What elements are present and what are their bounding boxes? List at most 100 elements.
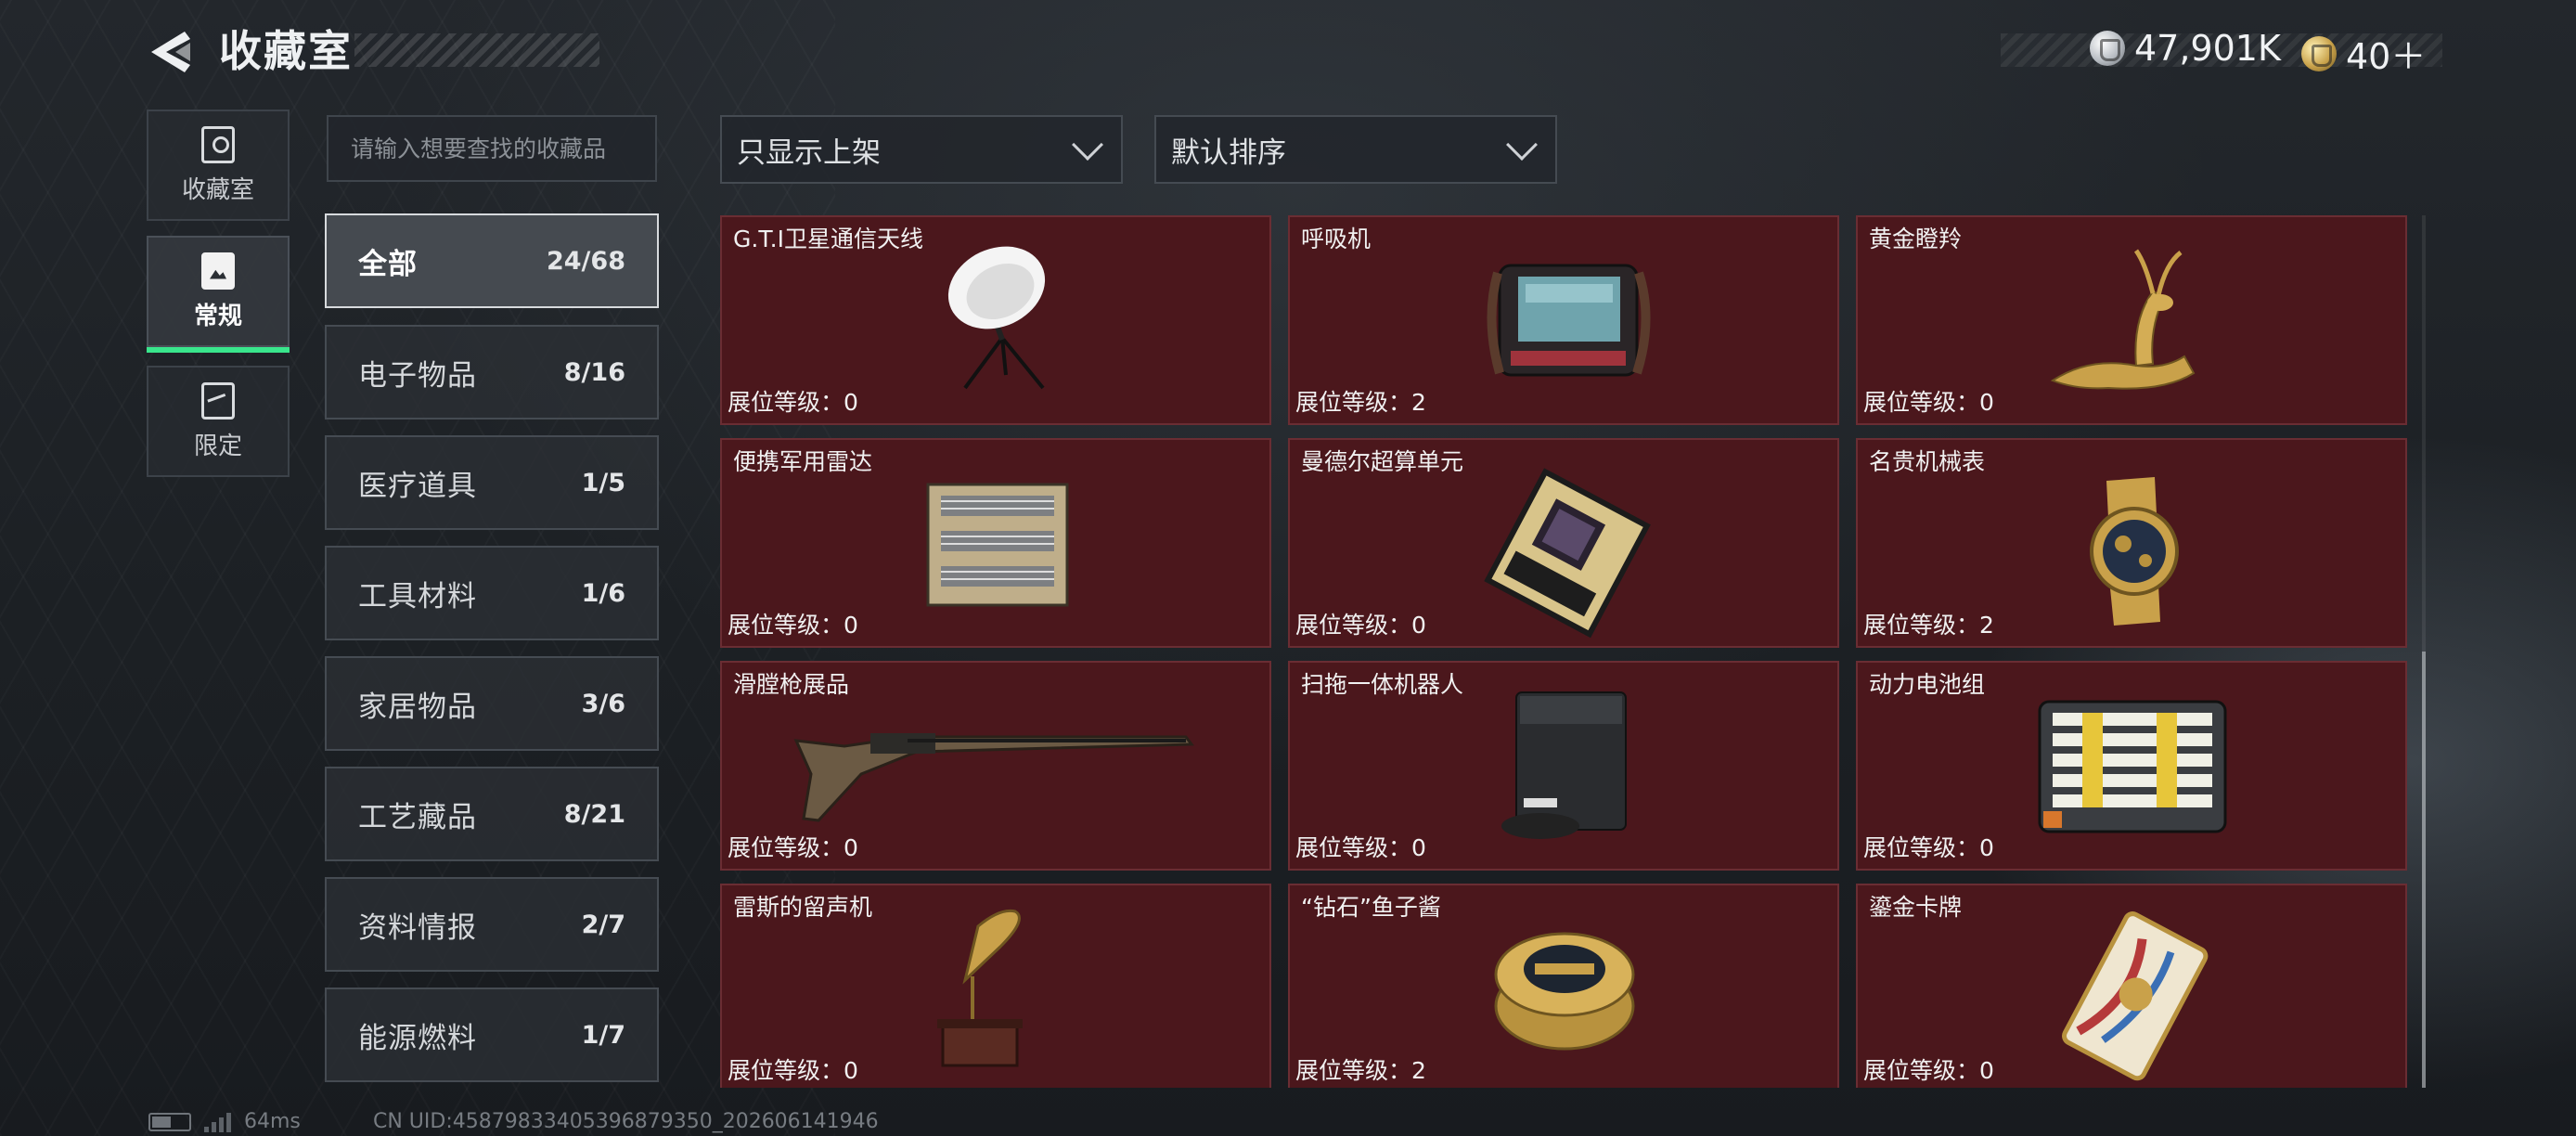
- collectible-card[interactable]: 曼德尔超算单元 展位等级：0: [1288, 438, 1839, 648]
- category-all[interactable]: 全部 24/68: [325, 213, 659, 308]
- category-name: 能源燃料: [358, 1021, 477, 1055]
- collectible-name: 鎏金卡牌: [1869, 894, 1963, 921]
- category-name: 家居物品: [358, 690, 477, 724]
- booth-level: 展位等级：0: [1295, 607, 1426, 640]
- rail-tab-label: 限定: [193, 432, 242, 460]
- booth-level-label: 展位等级：: [1295, 834, 1412, 861]
- booth-level-value: 0: [844, 612, 858, 639]
- booth-level-value: 0: [1411, 612, 1426, 639]
- category-fuel[interactable]: 能源燃料 1/7: [325, 988, 659, 1082]
- booth-level: 展位等级：0: [728, 1052, 858, 1086]
- booth-level-label: 展位等级：: [728, 1057, 844, 1084]
- category-name: 工艺藏品: [358, 800, 477, 834]
- booth-level: 展位等级：2: [1295, 1052, 1426, 1086]
- rail-tab-collection-room[interactable]: 收藏室: [147, 110, 290, 221]
- category-name: 全部: [358, 247, 418, 281]
- booth-level-value: 0: [844, 389, 858, 416]
- gold-token-icon: [2301, 35, 2337, 71]
- category-medical[interactable]: 医疗道具 1/5: [325, 435, 659, 530]
- booth-level-value: 0: [844, 834, 858, 861]
- booth-level-label: 展位等级：: [728, 612, 844, 639]
- scroll-thumb[interactable]: [2422, 652, 2426, 1088]
- category-count: 2/7: [581, 910, 625, 939]
- rail-tab-limited[interactable]: 限定: [147, 366, 290, 477]
- currency-silver[interactable]: 47,901K: [2090, 28, 2281, 69]
- booth-level-label: 展位等级：: [1863, 389, 1980, 416]
- category-count: 1/5: [581, 468, 625, 497]
- collectible-name: 黄金瞪羚: [1869, 226, 1963, 252]
- currency-gold[interactable]: 40＋: [2301, 28, 2426, 79]
- collection-room-icon: [201, 125, 235, 163]
- rail-tab-regular[interactable]: 常规: [147, 236, 290, 353]
- collectible-name: 名贵机械表: [1869, 448, 1986, 475]
- category-crafts[interactable]: 工艺藏品 8/21: [325, 767, 659, 861]
- category-electronics[interactable]: 电子物品 8/16: [325, 325, 659, 420]
- collectible-name: 动力电池组: [1869, 671, 1986, 698]
- header: 收藏室 47,901K 40＋: [0, 0, 2576, 102]
- grid-scrollbar[interactable]: [2422, 215, 2426, 1088]
- category-count: 1/7: [581, 1020, 625, 1050]
- collectible-name: 便携军用雷达: [733, 448, 873, 475]
- booth-level-label: 展位等级：: [1863, 834, 1980, 861]
- booth-level: 展位等级：0: [728, 830, 858, 863]
- collectible-name: 雷斯的留声机: [733, 894, 873, 921]
- booth-level-value: 0: [844, 1057, 858, 1084]
- booth-level-label: 展位等级：: [1295, 389, 1412, 416]
- category-tools[interactable]: 工具材料 1/6: [325, 546, 659, 640]
- silver-coin-icon: [2090, 31, 2125, 66]
- collectible-card[interactable]: 呼吸机 展位等级：2: [1288, 215, 1839, 425]
- collectible-card[interactable]: 滑膛枪展品 展位等级：0: [720, 661, 1271, 871]
- booth-level-value: 0: [1979, 389, 1994, 416]
- category-name: 工具材料: [358, 579, 477, 613]
- booth-level-value: 2: [1411, 1057, 1426, 1084]
- chevron-down-icon: [1506, 129, 1538, 161]
- category-intel[interactable]: 资料情报 2/7: [325, 877, 659, 972]
- back-button[interactable]: [141, 22, 206, 82]
- category-count: 8/16: [563, 357, 625, 387]
- ping-value: 64ms: [244, 1110, 301, 1133]
- dropdown-value: 只显示上架: [737, 136, 881, 170]
- search-input[interactable]: [327, 115, 657, 182]
- collection-grid: G.T.I卫星通信天线 展位等级：0 呼吸机 展位等级：2 黄金瞪羚 展位等级：…: [720, 215, 2418, 1088]
- display-filter-dropdown[interactable]: 只显示上架: [720, 115, 1123, 184]
- status-bar: 64ms: [148, 1110, 301, 1133]
- collectible-name: 扫拖一体机器人: [1301, 671, 1464, 698]
- title-decoration: [354, 33, 599, 67]
- booth-level: 展位等级：2: [1863, 607, 1994, 640]
- collectible-card[interactable]: 动力电池组 展位等级：0: [1856, 661, 2407, 871]
- currency-value: 47,901K: [2134, 28, 2281, 69]
- currency-value: 40＋: [2346, 36, 2427, 77]
- category-count: 8/21: [563, 799, 625, 829]
- collectible-card[interactable]: 名贵机械表 展位等级：2: [1856, 438, 2407, 648]
- collectible-name: “钻石”鱼子酱: [1301, 894, 1441, 921]
- collectible-card[interactable]: “钻石”鱼子酱 展位等级：2: [1288, 884, 1839, 1088]
- booth-level-value: 2: [1411, 389, 1426, 416]
- collectible-card[interactable]: 扫拖一体机器人 展位等级：0: [1288, 661, 1839, 871]
- booth-level-label: 展位等级：: [1295, 612, 1412, 639]
- user-uid: CN UID:4587983340539687935​0_20260614194…: [373, 1110, 879, 1133]
- collectible-card[interactable]: 黄金瞪羚 展位等级：0: [1856, 215, 2407, 425]
- collectible-card[interactable]: 雷斯的留声机 展位等级：0: [720, 884, 1271, 1088]
- regular-icon: [201, 252, 235, 290]
- collectible-card[interactable]: 鎏金卡牌 展位等级：0: [1856, 884, 2407, 1088]
- booth-level-value: 2: [1979, 612, 1994, 639]
- limited-icon: [201, 381, 235, 420]
- category-name: 电子物品: [358, 358, 477, 393]
- booth-level-label: 展位等级：: [1295, 1057, 1412, 1084]
- collectible-card[interactable]: G.T.I卫星通信天线 展位等级：0: [720, 215, 1271, 425]
- dropdown-value: 默认排序: [1171, 136, 1286, 170]
- booth-level-label: 展位等级：: [1863, 612, 1980, 639]
- page-title: 收藏室: [219, 26, 353, 76]
- category-count: 1/6: [581, 578, 625, 608]
- category-count: 3/6: [581, 689, 625, 718]
- collectible-name: 呼吸机: [1301, 226, 1372, 252]
- booth-level: 展位等级：0: [1863, 384, 1994, 418]
- collectible-name: 曼德尔超算单元: [1301, 448, 1464, 475]
- booth-level: 展位等级：0: [1295, 830, 1426, 863]
- collectible-card[interactable]: 便携军用雷达 展位等级：0: [720, 438, 1271, 648]
- chevron-down-icon: [1072, 129, 1103, 161]
- sort-order-dropdown[interactable]: 默认排序: [1154, 115, 1557, 184]
- category-household[interactable]: 家居物品 3/6: [325, 656, 659, 751]
- booth-level-label: 展位等级：: [728, 389, 844, 416]
- category-count: 24/68: [546, 246, 625, 276]
